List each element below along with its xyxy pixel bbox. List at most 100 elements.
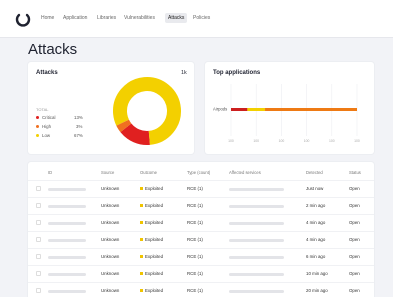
row-detected: 4 min ago (306, 237, 326, 242)
row-id-placeholder (48, 290, 86, 293)
row-affected-services-placeholder (229, 239, 284, 242)
app-logo-icon[interactable] (15, 11, 31, 27)
row-detected: 6 min ago (306, 254, 326, 259)
row-outcome-label: Exploited (145, 254, 164, 259)
top-applications-card: Top applications 100 100 100 100 100 100 Airpo… (205, 62, 374, 154)
row-type: RCE (1) (187, 254, 203, 259)
row-outcome-label: Exploited (145, 288, 164, 293)
row-source: Unknown (101, 203, 120, 208)
row-type: RCE (1) (187, 271, 203, 276)
row-outcome: Exploited (140, 237, 163, 242)
attacks-table: ID Source Outcome Type (count) Affected … (28, 162, 374, 297)
exploited-marker-icon (140, 255, 143, 259)
row-outcome-label: Exploited (145, 203, 164, 208)
col-header-outcome[interactable]: Outcome (140, 170, 157, 175)
row-outcome-label: Exploited (145, 237, 164, 242)
row-checkbox[interactable] (36, 237, 41, 242)
nav-application[interactable]: Application (63, 15, 87, 21)
row-detected: 4 min ago (306, 220, 326, 225)
attacks-card: Attacks 1k TOTAL Critical 13% High 3% Lo… (28, 62, 194, 154)
col-header-type[interactable]: Type (count) (187, 170, 210, 175)
table-row[interactable]: Unknown Exploited RCE (1) 10 min ago Open (28, 265, 374, 282)
bar-segment[interactable] (265, 108, 357, 111)
row-status: Open (349, 203, 360, 208)
exploited-marker-icon (140, 272, 143, 276)
row-status: Open (349, 237, 360, 242)
x-axis-tick-label: 100 (253, 139, 259, 143)
row-affected-services-placeholder (229, 205, 284, 208)
row-status: Open (349, 254, 360, 259)
row-source: Unknown (101, 220, 120, 225)
nav-policies[interactable]: Policies (193, 15, 210, 21)
legend-high-label: High (42, 124, 52, 129)
bar-segment[interactable] (231, 108, 248, 111)
row-outcome: Exploited (140, 254, 163, 259)
row-affected-services-placeholder (229, 222, 284, 225)
nav-libraries[interactable]: Libraries (97, 15, 116, 21)
row-type: RCE (1) (187, 186, 203, 191)
row-status: Open (349, 220, 360, 225)
nav-vulnerabilities[interactable]: Vulnerabilities (124, 15, 155, 21)
bar-segment[interactable] (247, 108, 266, 111)
row-type: RCE (1) (187, 237, 203, 242)
row-outcome: Exploited (140, 220, 163, 225)
x-axis-tick-label: 100 (228, 139, 234, 143)
row-detected: Just now (306, 186, 324, 191)
row-status: Open (349, 288, 360, 293)
x-axis-tick-label: 100 (354, 139, 360, 143)
row-detected: 2 min ago (306, 203, 326, 208)
legend-high-pct: 3% (76, 124, 83, 129)
row-source: Unknown (101, 271, 120, 276)
top-applications-chart: 100 100 100 100 100 100 Airpods (213, 84, 360, 143)
row-outcome-label: Exploited (145, 220, 164, 225)
nav-attacks[interactable]: Attacks (165, 13, 188, 23)
row-status: Open (349, 186, 360, 191)
row-checkbox[interactable] (36, 203, 41, 208)
table-row[interactable]: Unknown Exploited RCE (1) 4 min ago Open (28, 214, 374, 231)
col-header-detected[interactable]: Detected (306, 170, 323, 175)
row-id-placeholder (48, 222, 86, 225)
low-dot-icon (36, 134, 39, 137)
row-type: RCE (1) (187, 288, 203, 293)
row-checkbox[interactable] (36, 271, 41, 276)
nav-home[interactable]: Home (41, 15, 54, 21)
table-row[interactable]: Unknown Exploited RCE (1) 4 min ago Open (28, 231, 374, 248)
row-source: Unknown (101, 186, 120, 191)
exploited-marker-icon (140, 238, 143, 242)
page-title: Attacks (28, 41, 78, 58)
exploited-marker-icon (140, 289, 143, 293)
row-affected-services-placeholder (229, 290, 284, 293)
bar-category-label: Airpods (213, 107, 227, 112)
row-affected-services-placeholder (229, 273, 284, 276)
legend-critical-pct: 13% (74, 115, 83, 120)
row-checkbox[interactable] (36, 254, 41, 259)
table-row[interactable]: Unknown Exploited RCE (1) 6 min ago Open (28, 248, 374, 265)
col-header-source[interactable]: Source (101, 170, 114, 175)
row-outcome: Exploited (140, 203, 163, 208)
row-id-placeholder (48, 273, 86, 276)
x-axis-tick-label: 100 (279, 139, 285, 143)
table-row[interactable]: Unknown Exploited RCE (1) Just now Open (28, 180, 374, 197)
row-outcome-label: Exploited (145, 186, 164, 191)
col-header-id[interactable]: ID (48, 170, 52, 175)
row-source: Unknown (101, 254, 120, 259)
row-checkbox[interactable] (36, 288, 41, 293)
high-dot-icon (36, 125, 39, 128)
legend-low-pct: 67% (74, 133, 83, 138)
row-status: Open (349, 271, 360, 276)
top-navigation: Home Application Libraries Vulnerabiliti… (0, 0, 393, 38)
row-outcome: Exploited (140, 186, 163, 191)
attacks-donut-chart (113, 77, 181, 145)
col-header-affected-services[interactable]: Affected services (229, 170, 261, 175)
legend-low-label: Low (42, 133, 51, 138)
row-checkbox[interactable] (36, 220, 41, 225)
col-header-status[interactable]: Status (349, 170, 361, 175)
row-detected: 20 min ago (306, 288, 328, 293)
critical-dot-icon (36, 116, 39, 119)
table-row[interactable]: Unknown Exploited RCE (1) 2 min ago Open (28, 197, 374, 214)
row-checkbox[interactable] (36, 186, 41, 191)
table-row[interactable]: Unknown Exploited RCE (1) 20 min ago Open (28, 282, 374, 297)
exploited-marker-icon (140, 187, 143, 191)
row-id-placeholder (48, 205, 86, 208)
row-source: Unknown (101, 288, 120, 293)
